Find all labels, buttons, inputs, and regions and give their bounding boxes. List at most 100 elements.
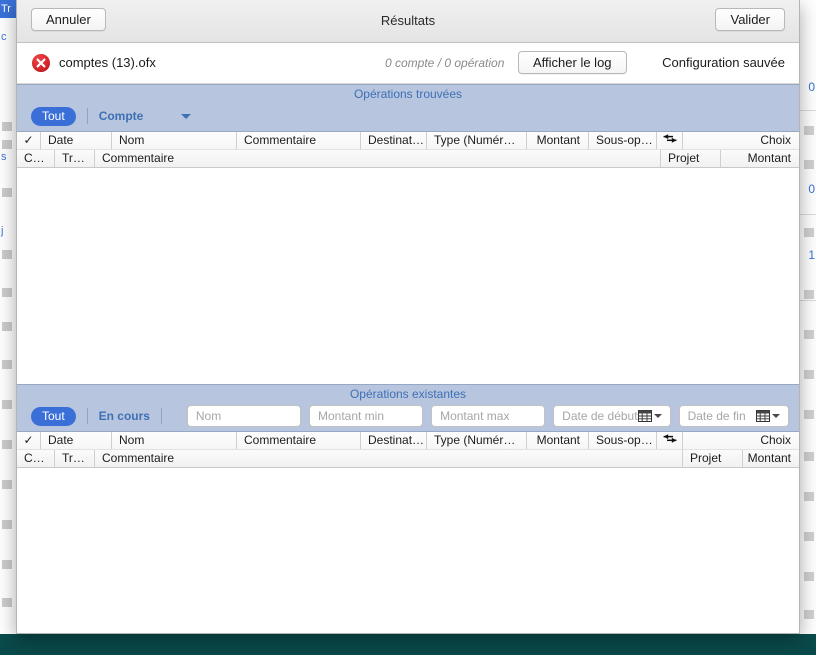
background-left-strip: Tr c s j [0,0,17,634]
show-log-button[interactable]: Afficher le log [518,51,627,74]
column-transfer[interactable] [657,432,683,449]
background-left-tick [2,322,12,331]
background-right-tick [804,532,814,541]
subcolumn-projet[interactable]: Projet [661,150,721,167]
column-sous-operation[interactable]: Sous-op… [589,432,657,449]
background-right-tick [804,492,814,501]
transfer-arrows-icon [662,432,678,449]
background-right-tick [804,160,814,169]
background-left-tick [2,250,12,259]
found-column-subheader-row: C… Tr… Commentaire Projet Montant [17,149,799,167]
background-left-tick [2,288,12,297]
chevron-down-icon [181,113,192,119]
subcolumn-montant[interactable]: Montant [743,450,799,467]
background-right-value: 0 [808,80,815,94]
name-filter-input[interactable]: Nom [186,405,301,427]
amount-min-input[interactable]: Montant min [308,405,424,427]
file-status-row: comptes (13).ofx 0 compte / 0 opération … [17,43,799,84]
background-left-row: j [1,225,4,237]
background-left-tick [2,140,12,149]
found-operations-section: Opérations trouvées Tout Compte ✓ Date N… [17,84,799,384]
date-end-placeholder: Date de fin [687,409,746,423]
existing-section-band: Opérations existantes Tout En cours Nom … [17,384,799,432]
calendar-icon[interactable] [755,410,780,422]
column-commentaire[interactable]: Commentaire [237,432,361,449]
dialog-titlebar: Annuler Résultats Valider [17,0,799,43]
subcolumn-c[interactable]: C… [17,150,55,167]
subcolumn-tr[interactable]: Tr… [55,150,95,167]
background-left-tick [2,400,12,409]
import-counts: 0 compte / 0 opération [385,56,505,70]
found-section-controls: Tout Compte [31,105,789,127]
column-sous-operation[interactable]: Sous-op… [589,132,657,149]
existing-section-controls: Tout En cours Nom Montant min Montant ma… [31,405,789,427]
existing-column-headers: ✓ Date Nom Commentaire Destinat… Type (N… [17,432,799,468]
background-right-tick [804,370,814,379]
background-right-strip: 0 0 1 [799,0,816,634]
column-check[interactable]: ✓ [17,432,41,449]
calendar-icon[interactable] [637,410,662,422]
existing-operations-list[interactable] [17,468,799,633]
column-nom[interactable]: Nom [112,432,237,449]
found-filter-all-pill[interactable]: Tout [31,106,76,126]
column-choix[interactable]: Choix [683,432,799,449]
existing-filter-status[interactable]: En cours [99,409,150,423]
column-type-numero[interactable]: Type (Numér… [427,432,527,449]
column-choix[interactable]: Choix [683,132,799,149]
column-date[interactable]: Date [41,432,112,449]
background-right-tick [804,290,814,299]
chevron-down-icon [771,414,780,418]
column-destinataire[interactable]: Destinat… [361,132,427,149]
separator [160,408,162,424]
transfer-arrows-icon [662,132,678,149]
found-column-headers: ✓ Date Nom Commentaire Destinat… Type (N… [17,132,799,168]
column-commentaire[interactable]: Commentaire [237,132,361,149]
results-dialog: Annuler Résultats Valider comptes (13).o… [16,0,800,634]
subcolumn-commentaire[interactable]: Commentaire [95,450,683,467]
name-filter-placeholder: Nom [195,409,222,423]
background-right-tick [804,330,814,339]
background-right-tick [804,228,814,237]
subcolumn-commentaire[interactable]: Commentaire [95,150,661,167]
existing-section-title: Opérations existantes [349,387,467,401]
column-montant[interactable]: Montant [527,432,589,449]
background-left-tick [2,560,12,569]
existing-operations-section: Opérations existantes Tout En cours Nom … [17,384,799,633]
found-account-selector[interactable]: Compte [99,109,192,123]
date-end-input[interactable]: Date de fin [678,405,789,427]
dialog-title: Résultats [380,13,436,28]
subcolumn-tr[interactable]: Tr… [55,450,95,467]
background-left-header: Tr [0,0,16,18]
found-account-label: Compte [98,109,144,123]
existing-column-subheader-row: C… Tr… Commentaire Projet Montant [17,449,799,467]
subcolumn-montant[interactable]: Montant [721,150,799,167]
column-nom[interactable]: Nom [112,132,237,149]
column-destinataire[interactable]: Destinat… [361,432,427,449]
amount-max-input[interactable]: Montant max [431,405,546,427]
existing-filter-all-pill[interactable]: Tout [31,406,76,426]
column-date[interactable]: Date [41,132,112,149]
found-operations-list[interactable] [17,168,799,384]
column-check[interactable]: ✓ [17,132,41,149]
background-left-tick [2,440,12,449]
found-section-band: Opérations trouvées Tout Compte [17,84,799,132]
background-right-value: 1 [808,248,815,262]
background-right-tick [804,452,814,461]
validate-button[interactable]: Valider [715,8,785,31]
date-start-placeholder: Date de début [562,409,638,423]
background-right-separator [800,300,816,301]
column-montant[interactable]: Montant [527,132,589,149]
background-right-tick [804,410,814,419]
column-type-numero[interactable]: Type (Numér… [427,132,527,149]
separator [86,108,88,124]
background-left-tick [2,598,12,607]
background-left-row: c [1,31,7,43]
found-section-title: Opérations trouvées [353,87,463,101]
background-left-tick [2,122,12,131]
subcolumn-projet[interactable]: Projet [683,450,743,467]
background-left-tick [2,520,12,529]
subcolumn-c[interactable]: C… [17,450,55,467]
background-right-tick [804,572,814,581]
date-start-input[interactable]: Date de début [553,405,671,427]
column-transfer[interactable] [657,132,683,149]
